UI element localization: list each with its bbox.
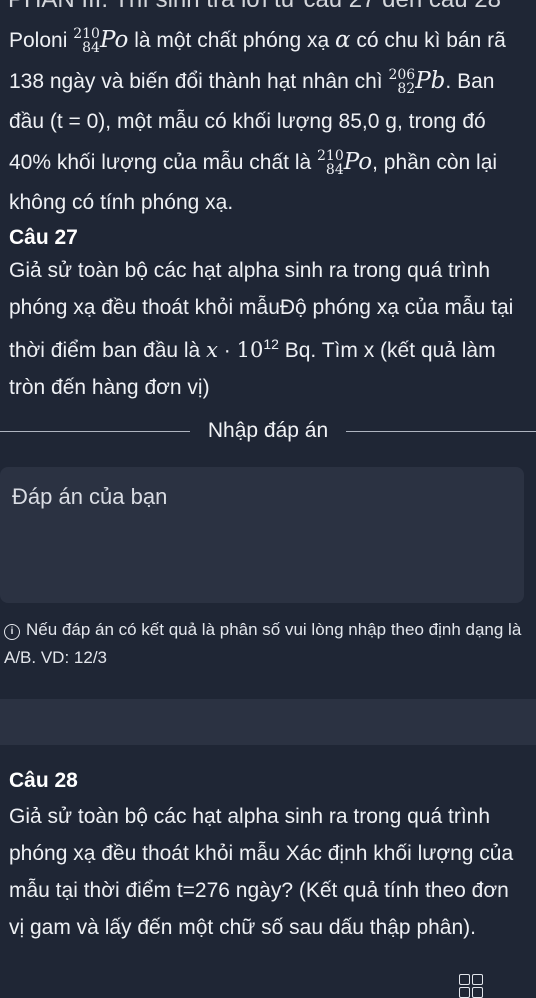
po-isotope-numbers: 210 84 bbox=[73, 26, 100, 57]
answer-hint: i Nếu đáp án có kết quả là phân số vui lò… bbox=[4, 620, 522, 667]
grid-icon[interactable] bbox=[459, 974, 485, 998]
intro-text: Poloni bbox=[9, 29, 74, 52]
po-symbol: Po bbox=[99, 27, 129, 53]
alpha-symbol: α bbox=[334, 27, 351, 53]
grid-cell bbox=[472, 974, 483, 985]
divider-line bbox=[346, 430, 536, 432]
po-isotope-numbers: 210 84 bbox=[317, 148, 344, 179]
info-icon: i bbox=[4, 624, 20, 640]
power-exponent: 12 bbox=[263, 336, 279, 352]
divider-label: Nhập đáp án bbox=[207, 419, 329, 442]
po-symbol: Po bbox=[343, 149, 373, 175]
pb-isotope-numbers: 206 82 bbox=[388, 67, 416, 98]
x-variable: x bbox=[206, 338, 218, 362]
intro-text: là một chất phóng xạ bbox=[134, 29, 335, 52]
grid-cell bbox=[472, 987, 483, 998]
section-header: PHẦN III. Thí sinh trả lời từ câu 27 đến… bbox=[0, 0, 536, 14]
question-28-text: Giả sử toàn bộ các hạt alpha sinh ra tro… bbox=[9, 805, 514, 939]
answer-input[interactable]: Đáp án của bạn bbox=[0, 467, 524, 603]
answer-divider: Nhập đáp án bbox=[0, 414, 536, 448]
grid-cell bbox=[459, 987, 470, 998]
grid-cell bbox=[459, 974, 470, 985]
question-27-text: Giả sử toàn bộ các hạt alpha sinh ra tro… bbox=[9, 259, 514, 399]
question-28-title: Câu 28 bbox=[9, 769, 78, 792]
pb-symbol: Pb bbox=[415, 68, 446, 94]
question-27-title: Câu 27 bbox=[9, 226, 78, 249]
answer-placeholder: Đáp án của bạn bbox=[12, 484, 168, 509]
divider-line bbox=[0, 430, 190, 432]
power-base: 10 bbox=[236, 338, 264, 362]
question-separator bbox=[0, 699, 536, 745]
problem-intro: Poloni 210 84 Po là một chất phóng xạ α có… bbox=[9, 20, 529, 223]
